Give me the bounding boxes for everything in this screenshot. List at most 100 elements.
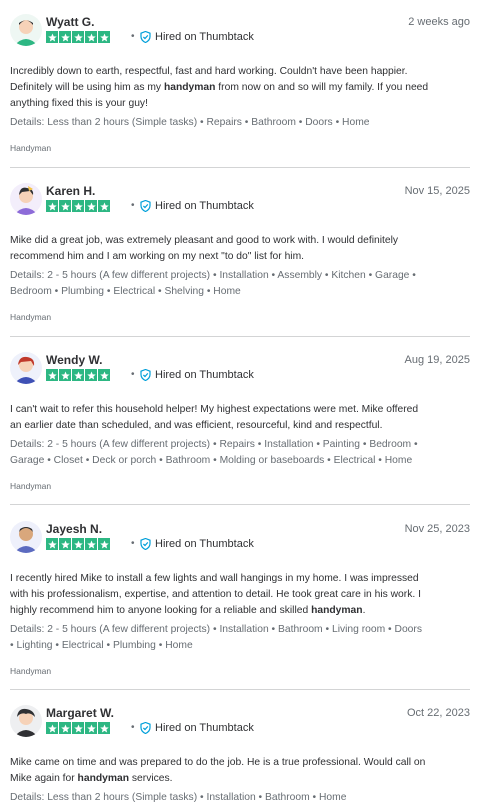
star-rating	[46, 369, 110, 381]
text-line: Details: Less than 2 hours (Simple tasks…	[10, 117, 370, 128]
text-line: with his professionalism, expertise, and…	[10, 589, 421, 600]
star-icon	[85, 538, 97, 550]
star-rating	[46, 200, 110, 212]
text-line: highly recommend him to anyone looking f…	[10, 605, 366, 616]
star-icon	[46, 722, 58, 734]
verified-shield-icon	[140, 722, 151, 734]
hired-label: Hired on Thumbtack	[155, 31, 254, 43]
review-text: I can't wait to refer this household hel…	[10, 402, 470, 434]
text-line: Definitely will be using him as my handy…	[10, 82, 429, 93]
star-rating	[46, 31, 110, 43]
text-line: Garage • Closet • Deck or porch • Bathro…	[10, 455, 413, 466]
star-icon	[59, 722, 71, 734]
verified-shield-icon	[140, 369, 151, 381]
star-icon	[59, 200, 71, 212]
reviewer-name: Karen H.	[46, 184, 96, 198]
review-details: Details: 2 - 5 hours (A few different pr…	[10, 622, 470, 654]
hired-label: Hired on Thumbtack	[155, 722, 254, 734]
review-text: I recently hired Mike to install a few l…	[10, 571, 470, 619]
separator-dot: •	[131, 31, 135, 42]
review-card: Margaret W. Oct 22, 2023 • Hired on Thum…	[10, 705, 470, 806]
avatar	[10, 352, 42, 384]
separator-dot: •	[131, 722, 135, 733]
review-details: Details: Less than 2 hours (Simple tasks…	[10, 115, 470, 131]
star-icon	[98, 369, 110, 381]
review-date: Nov 25, 2023	[404, 523, 470, 535]
hired-label: Hired on Thumbtack	[155, 200, 254, 212]
reviewer-name: Wyatt G.	[46, 15, 95, 29]
review-card: Karen H. Nov 15, 2025 • Hired on Thumbta…	[10, 183, 470, 323]
star-icon	[59, 369, 71, 381]
star-icon	[46, 200, 58, 212]
review-text: Mike did a great job, was extremely plea…	[10, 233, 470, 265]
review-text: Incredibly down to earth, respectful, fa…	[10, 64, 470, 112]
verified-shield-icon	[140, 538, 151, 550]
hired-badge: Hired on Thumbtack	[140, 721, 254, 735]
star-icon	[98, 200, 110, 212]
text-line: Bedroom • Plumbing • Electrical • Shelvi…	[10, 286, 241, 297]
star-icon	[98, 722, 110, 734]
text-line: Mike did a great job, was extremely plea…	[10, 235, 399, 246]
service-category: Handyman	[10, 143, 52, 153]
star-rating	[46, 722, 110, 734]
review-details: Details: 2 - 5 hours (A few different pr…	[10, 437, 470, 469]
divider	[10, 336, 470, 337]
hired-badge: Hired on Thumbtack	[140, 199, 254, 213]
star-icon	[72, 369, 84, 381]
hired-label: Hired on Thumbtack	[155, 538, 254, 550]
star-icon	[46, 369, 58, 381]
review-date: Nov 15, 2025	[404, 185, 470, 197]
text-line: Details: 2 - 5 hours (A few different pr…	[10, 624, 422, 635]
verified-shield-icon	[140, 200, 151, 212]
text-line: Details: 2 - 5 hours (A few different pr…	[10, 270, 416, 281]
separator-dot: •	[131, 369, 135, 380]
review-date: Aug 19, 2025	[404, 354, 470, 366]
star-icon	[72, 31, 84, 43]
verified-shield-icon	[140, 31, 151, 43]
text-line: Incredibly down to earth, respectful, fa…	[10, 66, 408, 77]
star-icon	[72, 722, 84, 734]
text-line: • Lighting • Electrical • Plumbing • Hom…	[10, 640, 193, 651]
text-line: anything fixed this is your guy!	[10, 98, 148, 109]
review-card: Wyatt G. 2 weeks ago • Hired on Thumbtac…	[10, 14, 470, 154]
reviewer-name: Wendy W.	[46, 353, 103, 367]
hired-badge: Hired on Thumbtack	[140, 368, 254, 382]
review-card: Jayesh N. Nov 25, 2023 • Hired on Thumbt…	[10, 521, 470, 677]
divider	[10, 167, 470, 168]
hired-label: Hired on Thumbtack	[155, 369, 254, 381]
avatar	[10, 705, 42, 737]
service-category: Handyman	[10, 312, 52, 322]
service-category: Handyman	[10, 481, 52, 491]
text-line: I recently hired Mike to install a few l…	[10, 573, 419, 584]
separator-dot: •	[131, 200, 135, 211]
star-icon	[72, 538, 84, 550]
avatar	[10, 521, 42, 553]
text-line: I can't wait to refer this household hel…	[10, 404, 419, 415]
text-line: an earlier date than scheduled, and was …	[10, 420, 383, 431]
service-category: Handyman	[10, 666, 52, 676]
star-icon	[85, 722, 97, 734]
highlighted-keyword: handyman	[163, 82, 216, 93]
avatar	[10, 14, 42, 46]
review-date: 2 weeks ago	[408, 16, 470, 28]
star-icon	[85, 200, 97, 212]
star-icon	[85, 31, 97, 43]
divider	[10, 504, 470, 505]
review-details: Details: 2 - 5 hours (A few different pr…	[10, 268, 470, 300]
text-line: Mike came on time and was prepared to do…	[10, 757, 426, 768]
avatar	[10, 183, 42, 215]
star-icon	[59, 538, 71, 550]
star-icon	[98, 31, 110, 43]
text-line: Mike again for handyman services.	[10, 773, 173, 784]
star-icon	[46, 31, 58, 43]
star-icon	[72, 200, 84, 212]
reviewer-name: Margaret W.	[46, 706, 115, 720]
star-icon	[85, 369, 97, 381]
review-date: Oct 22, 2023	[407, 707, 470, 719]
separator-dot: •	[131, 538, 135, 549]
star-rating	[46, 538, 110, 550]
star-icon	[98, 538, 110, 550]
reviewer-name: Jayesh N.	[46, 522, 103, 536]
divider	[10, 689, 470, 690]
highlighted-keyword: handyman	[77, 773, 130, 784]
